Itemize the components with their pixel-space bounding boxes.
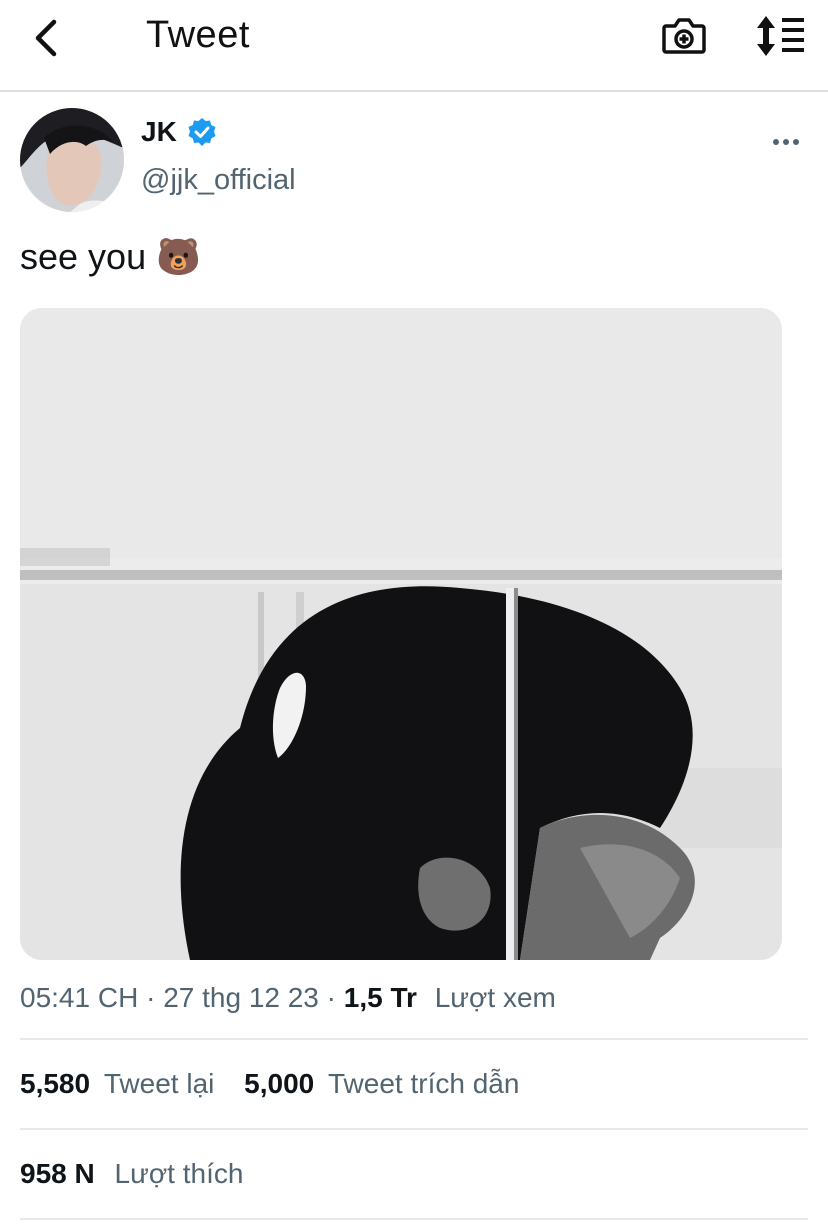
- more-dot-icon: [773, 139, 779, 145]
- more-dot-icon: [793, 139, 799, 145]
- author-handle[interactable]: @jjk_official: [141, 164, 296, 197]
- tweet-meta: 05:41 CH · 27 thg 12 23 · 1,5 Tr Lượt xe…: [20, 982, 556, 1014]
- author-name-row: JK: [141, 116, 217, 148]
- tweet-text: see you 🐻: [20, 236, 201, 277]
- meta-separator: ·: [146, 982, 164, 1013]
- display-name[interactable]: JK: [141, 116, 177, 148]
- meta-separator: ·: [326, 982, 344, 1013]
- camera-button[interactable]: [660, 12, 708, 60]
- sort-lines-icon: [757, 16, 804, 56]
- quotes-label: Tweet trích dẫn: [328, 1068, 520, 1099]
- divider: [20, 1218, 808, 1220]
- verified-badge-icon: [188, 118, 216, 146]
- divider: [20, 1038, 808, 1040]
- sort-button[interactable]: [754, 14, 806, 58]
- divider: [20, 1128, 808, 1130]
- more-dot-icon: [783, 139, 789, 145]
- quotes-count: 5,000: [244, 1068, 315, 1099]
- back-button[interactable]: [22, 12, 68, 64]
- retweet-stats-row: 5,580 Tweet lại 5,000 Tweet trích dẫn: [20, 1068, 519, 1100]
- page-title: Tweet: [146, 14, 250, 56]
- tweet-photo[interactable]: [20, 308, 782, 960]
- tweet-time: 05:41 CH: [20, 982, 139, 1013]
- likes-stat[interactable]: 958 N Lượt thích: [20, 1158, 243, 1189]
- likes-count: 958 N: [20, 1158, 95, 1189]
- likes-stats-row: 958 N Lượt thích: [20, 1158, 243, 1190]
- top-bar: Tweet: [0, 0, 828, 92]
- more-options-button[interactable]: [768, 128, 804, 156]
- retweets-count: 5,580: [20, 1068, 91, 1099]
- retweets-label: Tweet lại: [103, 1068, 215, 1099]
- views-count: 1,5 Tr: [343, 982, 417, 1013]
- retweets-stat[interactable]: 5,580 Tweet lại: [20, 1068, 222, 1099]
- likes-label: Lượt thích: [114, 1158, 244, 1189]
- avatar[interactable]: [20, 108, 124, 212]
- camera-plus-icon: [662, 18, 706, 54]
- tweet-date: 27 thg 12 23: [163, 982, 319, 1013]
- quotes-stat[interactable]: 5,000 Tweet trích dẫn: [244, 1068, 519, 1099]
- views-label: Lượt xem: [434, 982, 556, 1013]
- back-arrow-icon: [35, 19, 57, 57]
